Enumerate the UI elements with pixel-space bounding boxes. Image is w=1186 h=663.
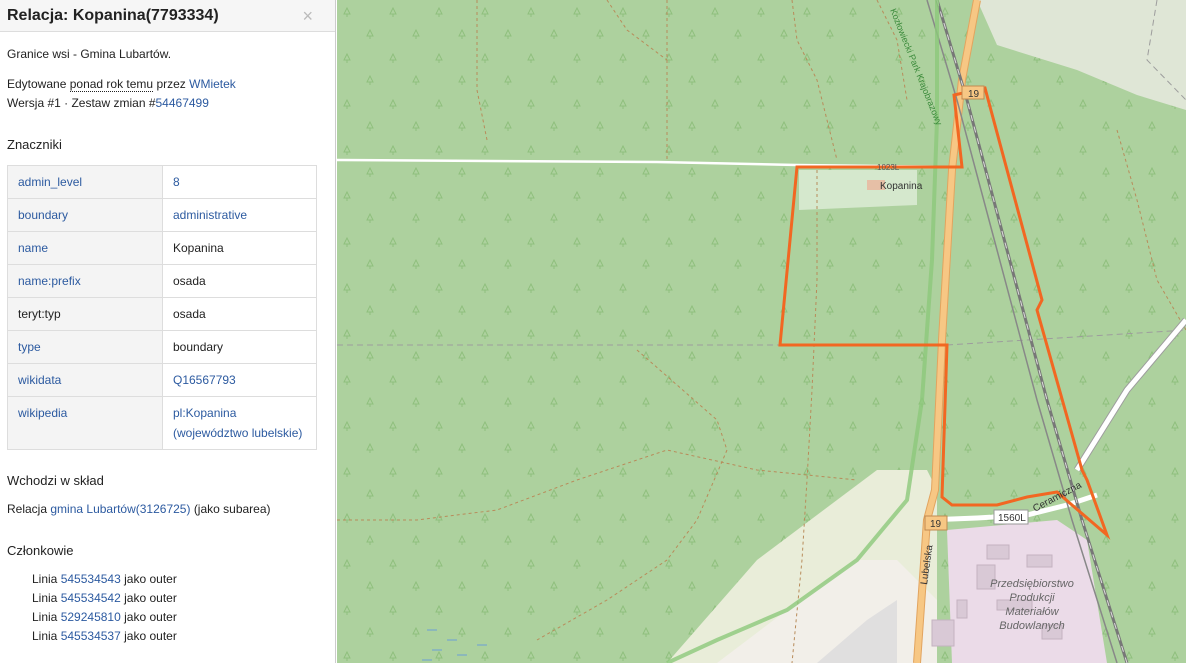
tag-row: wikidata Q16567793 bbox=[7, 363, 317, 397]
tag-value[interactable]: 8 bbox=[162, 165, 317, 199]
tag-key[interactable]: wikidata bbox=[7, 363, 163, 397]
tag-value: boundary bbox=[162, 330, 317, 364]
part-of-suffix: (jako subarea) bbox=[193, 502, 271, 516]
part-of-link[interactable]: gmina Lubartów(3126725) bbox=[50, 502, 190, 516]
tags-heading: Znaczniki bbox=[7, 137, 62, 152]
sidebar: Relacja: Kopanina(7793334) × Granice wsi… bbox=[0, 0, 336, 663]
tag-key: teryt:typ bbox=[7, 297, 163, 331]
road-19-label-top: 19 bbox=[968, 89, 980, 100]
edit-info: Edytowane ponad rok temu przez WMietek bbox=[7, 75, 236, 94]
close-icon[interactable]: × bbox=[302, 6, 313, 27]
tag-row: type boundary bbox=[7, 330, 317, 364]
tag-row: admin_level 8 bbox=[7, 165, 317, 199]
member-type: Linia bbox=[32, 610, 58, 624]
version-text: Wersja #1 · Zestaw zmian # bbox=[7, 96, 156, 110]
member-link[interactable]: 545534537 bbox=[61, 629, 121, 643]
tag-row: name:prefix osada bbox=[7, 264, 317, 298]
tag-value: osada bbox=[162, 264, 317, 298]
factory-label-line1: Przedsiębiorstwo bbox=[990, 578, 1074, 590]
tag-key[interactable]: boundary bbox=[7, 198, 163, 232]
app-root: Relacja: Kopanina(7793334) × Granice wsi… bbox=[0, 0, 1186, 663]
member-item: Linia 545534542 jako outer bbox=[32, 589, 177, 608]
tag-key[interactable]: admin_level bbox=[7, 165, 163, 199]
edited-time: ponad rok temu bbox=[69, 77, 154, 92]
member-link[interactable]: 529245810 bbox=[61, 610, 121, 624]
member-role: jako outer bbox=[124, 572, 177, 586]
members-heading: Członkowie bbox=[7, 543, 74, 558]
tag-key[interactable]: name bbox=[7, 231, 163, 265]
part-of-item: Relacja gmina Lubartów(3126725) (jako su… bbox=[7, 500, 271, 519]
tag-key[interactable]: wikipedia bbox=[7, 396, 163, 450]
part-of-prefix: Relacja bbox=[7, 502, 48, 516]
factory-label-line3: Materiałów bbox=[1005, 606, 1059, 618]
member-type: Linia bbox=[32, 572, 58, 586]
tag-row: teryt:typ osada bbox=[7, 297, 317, 331]
member-role: jako outer bbox=[124, 629, 177, 643]
tag-value[interactable]: administrative bbox=[162, 198, 317, 232]
tag-row: name Kopanina bbox=[7, 231, 317, 265]
factory-label-line4: Budowlanych bbox=[999, 620, 1064, 632]
members-list: Linia 545534543 jako outer Linia 54553454… bbox=[32, 570, 177, 646]
map-view[interactable]: Kopanina 1023L 19 19 1560L Ceramiczna Lu… bbox=[337, 0, 1186, 663]
tag-key[interactable]: name:prefix bbox=[7, 264, 163, 298]
tag-value[interactable]: pl:Kopanina (województwo lubelskie) bbox=[162, 396, 317, 450]
tags-table: admin_level 8 boundary administrative name Ko… bbox=[7, 165, 317, 450]
member-item: Linia 545534537 jako outer bbox=[32, 627, 177, 646]
changeset-link[interactable]: 54467499 bbox=[156, 96, 209, 110]
member-item: Linia 529245810 jako outer bbox=[32, 608, 177, 627]
version-info: Wersja #1 · Zestaw zmian #54467499 bbox=[7, 94, 209, 113]
map-canvas[interactable]: Kopanina 1023L 19 19 1560L Ceramiczna Lu… bbox=[337, 0, 1186, 663]
edited-prefix: Edytowane bbox=[7, 77, 67, 91]
tag-value[interactable]: Q16567793 bbox=[162, 363, 317, 397]
tag-value: osada bbox=[162, 297, 317, 331]
tag-row: boundary administrative bbox=[7, 198, 317, 232]
member-item: Linia 545534543 jako outer bbox=[32, 570, 177, 589]
sidebar-header: Relacja: Kopanina(7793334) × bbox=[0, 0, 335, 32]
member-link[interactable]: 545534542 bbox=[61, 591, 121, 605]
edited-user-link[interactable]: WMietek bbox=[189, 77, 236, 91]
member-link[interactable]: 545534543 bbox=[61, 572, 121, 586]
member-type: Linia bbox=[32, 629, 58, 643]
road-1560l-label: 1560L bbox=[998, 513, 1026, 524]
member-type: Linia bbox=[32, 591, 58, 605]
edited-by: przez bbox=[156, 77, 186, 91]
road-19-label-bottom: 19 bbox=[930, 519, 942, 530]
member-role: jako outer bbox=[124, 591, 177, 605]
member-role: jako outer bbox=[124, 610, 177, 624]
factory-label-line2: Produkcji bbox=[1009, 592, 1055, 604]
tag-key[interactable]: type bbox=[7, 330, 163, 364]
part-of-heading: Wchodzi w skład bbox=[7, 473, 104, 488]
description: Granice wsi - Gmina Lubartów. bbox=[7, 47, 172, 61]
place-label: Kopanina bbox=[880, 181, 923, 192]
page-title: Relacja: Kopanina(7793334) bbox=[7, 7, 219, 24]
road-1023l-label: 1023L bbox=[877, 163, 900, 172]
tag-value: Kopanina bbox=[162, 231, 317, 265]
tag-row: wikipedia pl:Kopanina (województwo lubels… bbox=[7, 396, 317, 450]
